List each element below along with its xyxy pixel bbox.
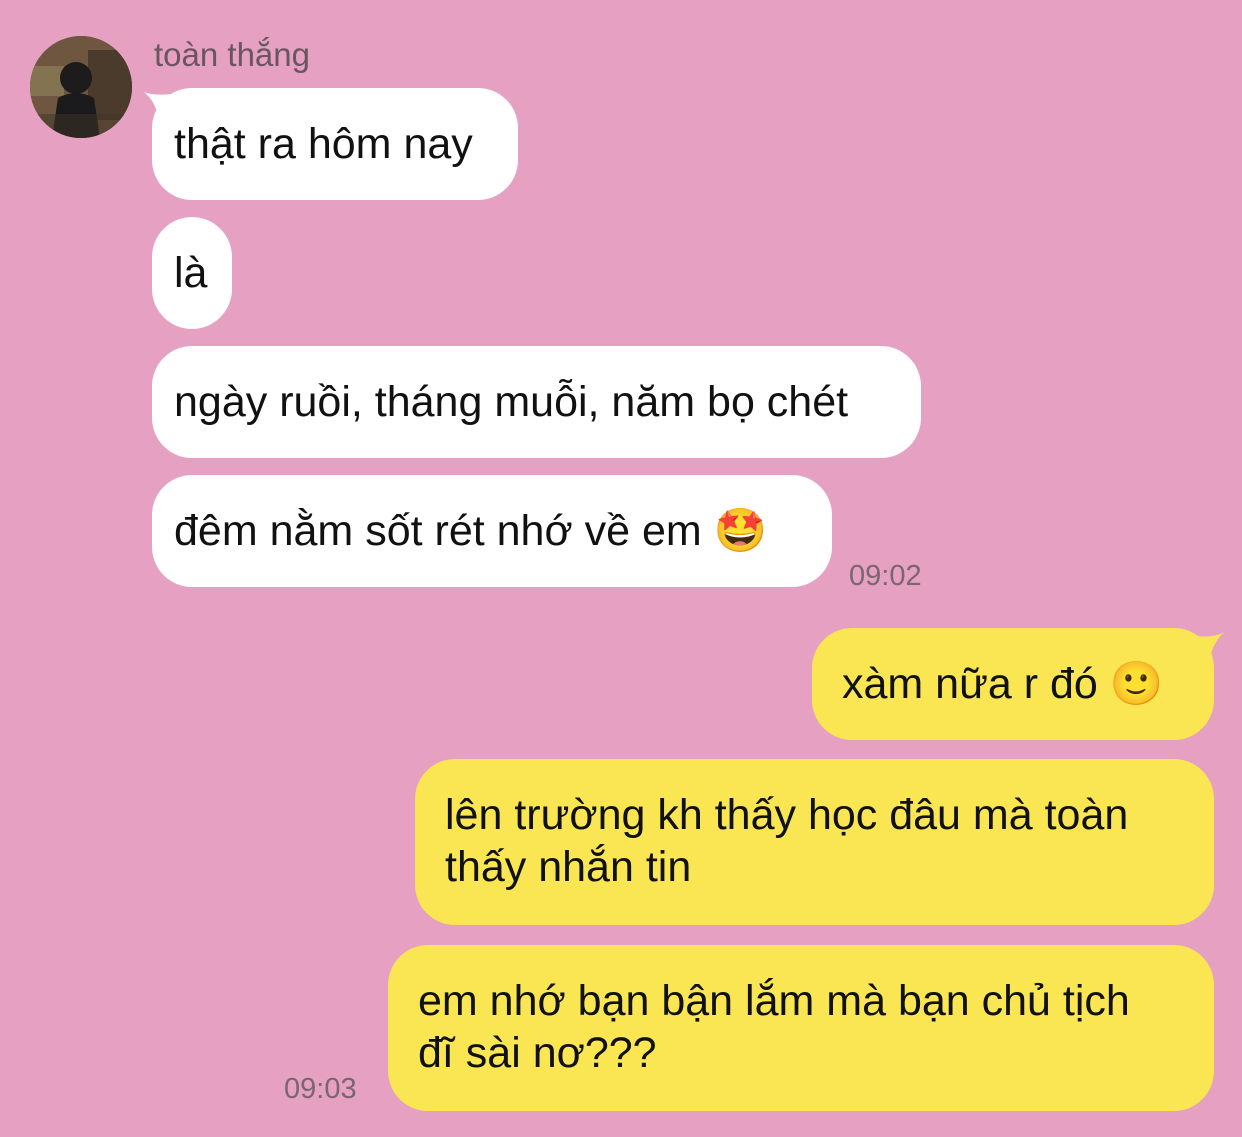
message-text: là [174,249,208,297]
sender-avatar[interactable] [30,36,132,138]
message-text: xàm nữa r đó [842,660,1098,708]
incoming-message-1[interactable]: thật ra hôm nay [152,88,518,200]
outgoing-message-3[interactable]: em nhớ bạn bận lắm mà bạn chủ tịch đĩ sà… [388,945,1214,1111]
message-text: lên trường kh thấy học đâu mà toàn thấy … [445,791,1129,891]
message-text: ngày ruồi, tháng muỗi, năm bọ chét [174,378,849,426]
slightly-smiling-emoji-icon: 🙂 [1109,659,1164,709]
incoming-message-3[interactable]: ngày ruồi, tháng muỗi, năm bọ chét [152,346,921,458]
avatar-photo [30,36,132,138]
message-text: thật ra hôm nay [174,120,473,168]
outgoing-message-1[interactable]: xàm nữa r đó 🙂 [812,628,1214,740]
outgoing-timestamp: 09:03 [284,1073,357,1105]
incoming-timestamp: 09:02 [849,560,922,592]
outgoing-message-2[interactable]: lên trường kh thấy học đâu mà toàn thấy … [415,759,1214,925]
sender-name: toàn thắng [154,36,310,73]
message-text: đêm nằm sốt rét nhớ về em [174,507,702,555]
star-struck-emoji-icon: 🤩 [713,506,768,556]
message-text: em nhớ bạn bận lắm mà bạn chủ tịch đĩ sà… [418,977,1130,1077]
incoming-message-2[interactable]: là [152,217,232,329]
incoming-message-4[interactable]: đêm nằm sốt rét nhớ về em 🤩 [152,475,832,587]
